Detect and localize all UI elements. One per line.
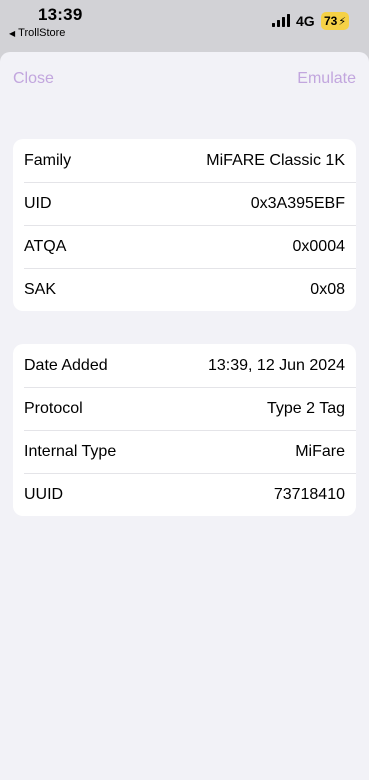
battery-indicator: 73 ⚡ (321, 12, 350, 30)
row-value: 13:39, 12 Jun 2024 (207, 356, 345, 374)
charging-bolt-icon: ⚡ (338, 15, 347, 28)
row-value: 0x0004 (292, 237, 346, 255)
row-value: 73718410 (273, 485, 345, 503)
row-label: Family (24, 151, 72, 169)
protocol-row: Protocol Type 2 Tag (13, 387, 356, 430)
back-to-app-link[interactable]: ◀ TrollStore (9, 27, 65, 39)
back-arrow-icon: ◀ (9, 28, 16, 38)
row-value: 0x3A395EBF (250, 194, 345, 212)
row-label: ATQA (24, 237, 67, 255)
row-label: UUID (24, 485, 64, 503)
back-app-label: TrollStore (18, 27, 66, 39)
tag-detail-sheet: Close Emulate Family MiFARE Classic 1K U… (0, 52, 369, 780)
network-type: 4G (296, 13, 315, 29)
internal-type-row: Internal Type MiFare (13, 430, 356, 473)
status-bar: 13:39 ◀ TrollStore 4G 73 ⚡ (0, 0, 369, 50)
date-added-row: Date Added 13:39, 12 Jun 2024 (13, 344, 356, 387)
row-label: Internal Type (24, 442, 117, 460)
row-label: UID (24, 194, 52, 212)
close-button[interactable]: Close (13, 70, 54, 88)
emulate-button[interactable]: Emulate (297, 70, 356, 88)
tag-info-group: Family MiFARE Classic 1K UID 0x3A395EBF … (13, 139, 356, 311)
cellular-signal-icon (272, 14, 290, 27)
uuid-row: UUID 73718410 (13, 473, 356, 516)
status-time: 13:39 (38, 5, 83, 24)
row-label: Date Added (24, 356, 108, 374)
row-value: Type 2 Tag (267, 399, 345, 417)
row-value: 0x08 (310, 280, 345, 298)
atqa-row: ATQA 0x0004 (13, 225, 356, 268)
row-label: Protocol (24, 399, 83, 417)
row-value: MiFARE Classic 1K (206, 151, 345, 169)
row-value: MiFare (295, 442, 345, 460)
family-row: Family MiFARE Classic 1K (13, 139, 356, 182)
sak-row: SAK 0x08 (13, 268, 356, 311)
uid-row: UID 0x3A395EBF (13, 182, 356, 225)
row-label: SAK (24, 280, 57, 298)
metadata-group: Date Added 13:39, 12 Jun 2024 Protocol T… (13, 344, 356, 516)
battery-level: 73 (324, 14, 338, 28)
